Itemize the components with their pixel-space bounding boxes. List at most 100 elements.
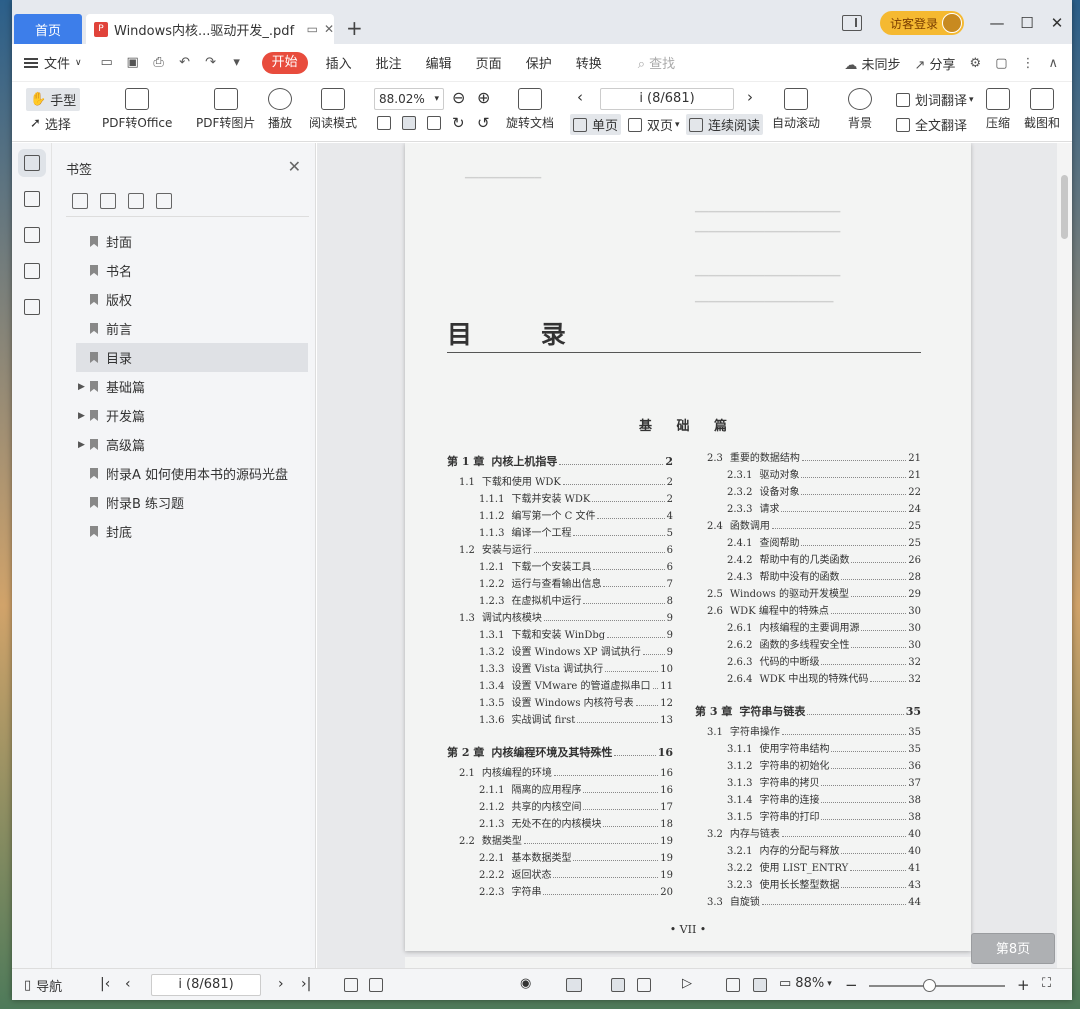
tab-document[interactable]: P Windows内核...驱动开发_.pdf ▭ ✕ [86, 14, 334, 44]
rotate-left-icon[interactable]: ↺ [477, 114, 490, 132]
screenshot-button[interactable]: 截图和 [1024, 88, 1060, 131]
expand-arrow-icon[interactable]: ▶ [78, 411, 85, 421]
play-icon[interactable]: ▷ [682, 976, 692, 991]
eye-protect-icon[interactable]: ◉ [520, 976, 531, 991]
scroll-thumb[interactable] [1061, 175, 1068, 239]
tab-home[interactable]: 首页 [14, 14, 82, 44]
prev-page-icon[interactable]: ‹ [125, 976, 131, 992]
zoom-select[interactable]: 88.02% ▾ [374, 88, 444, 110]
back-view-icon[interactable] [344, 978, 358, 992]
single-page-mode-icon[interactable] [611, 978, 625, 992]
prev-page-icon[interactable]: ‹ [577, 88, 583, 106]
add-bookmark-icon[interactable] [72, 193, 88, 209]
autoscroll-button[interactable]: 自动滚动 [772, 88, 820, 131]
continuous-mode-icon[interactable] [566, 978, 582, 992]
sync-button[interactable]: ☁ 未同步 [844, 54, 900, 73]
document-view[interactable]: ▁▁▁▁▁▁▁▁▁▁▁ ▁▁▁▁▁▁▁▁▁▁▁▁▁▁▁▁▁▁▁▁▁ ▁▁▁▁▁▁… [317, 143, 1057, 968]
pdf-to-image-button[interactable]: PDF转图片 [196, 88, 255, 131]
bookmark-item[interactable]: 目录 [76, 343, 308, 372]
comment-icon[interactable]: ▢ [995, 56, 1007, 71]
tab-page[interactable]: 页面 [464, 53, 514, 72]
tab-edit[interactable]: 编辑 [414, 53, 464, 72]
tab-pin-icon[interactable]: ▭ [307, 22, 318, 36]
guest-login-button[interactable]: 访客登录 [879, 11, 964, 35]
page-number-input[interactable]: i (8/681) [600, 88, 734, 110]
print-icon[interactable]: ⎙ [152, 55, 166, 70]
bookmark-item[interactable]: 附录B 练习题 [76, 488, 308, 517]
tab-annotate[interactable]: 批注 [364, 53, 414, 72]
bookmark-item[interactable]: 版权 [76, 285, 308, 314]
zoom-dropdown[interactable]: ▭ 88% ▾ [779, 976, 832, 991]
fit-page-icon[interactable] [753, 978, 767, 992]
navigation-toggle[interactable]: ▯ 导航 [24, 976, 62, 995]
tab-close-icon[interactable]: ✕ [324, 22, 334, 36]
zoom-out-icon[interactable]: ⊖ [452, 88, 465, 107]
collapse-ribbon-icon[interactable]: ∧ [1048, 56, 1058, 71]
fit-width-icon[interactable] [427, 116, 441, 130]
background-button[interactable]: 背景 [848, 88, 872, 131]
forward-view-icon[interactable] [369, 978, 383, 992]
read-mode-button[interactable]: 阅读模式 [309, 88, 357, 131]
first-page-icon[interactable]: |‹ [100, 976, 110, 992]
bookmark-flag-icon[interactable] [156, 193, 172, 209]
tab-insert[interactable]: 插入 [314, 53, 364, 72]
add-sub-bookmark-icon[interactable] [100, 193, 116, 209]
share-button[interactable]: ↗ 分享 [914, 54, 955, 73]
fullscreen-icon[interactable]: ⛶ [1042, 976, 1051, 991]
rotate-document-button[interactable]: 旋转文档 [506, 88, 554, 131]
minimize-button[interactable]: — [982, 14, 1012, 32]
comment-panel-icon[interactable] [23, 227, 40, 243]
zoom-in-icon[interactable]: ⊕ [477, 88, 490, 107]
save-icon[interactable]: ▣ [126, 55, 140, 70]
expand-arrow-icon[interactable]: ▶ [78, 382, 85, 392]
open-folder-icon[interactable]: ▭ [100, 55, 114, 70]
double-page-mode-icon[interactable] [637, 978, 651, 992]
select-tool-button[interactable]: ➚ 选择 [30, 114, 71, 133]
zoom-slider[interactable] [869, 985, 1005, 987]
zoom-in-button[interactable]: + [1017, 976, 1030, 994]
next-page-icon[interactable]: › [278, 976, 284, 992]
bookmark-item[interactable]: 附录A 如何使用本书的源码光盘 [76, 459, 308, 488]
tab-protect[interactable]: 保护 [514, 53, 564, 72]
new-tab-button[interactable]: + [346, 16, 363, 40]
bookmark-item[interactable]: ▶ 基础篇 [76, 372, 308, 401]
bookmark-item[interactable]: 前言 [76, 314, 308, 343]
undo-icon[interactable]: ↶ [178, 55, 192, 70]
bookmark-item[interactable]: ▶ 开发篇 [76, 401, 308, 430]
word-translate-button[interactable]: 划词翻译 ▾ [896, 90, 974, 109]
full-translate-button[interactable]: 全文翻译 [896, 115, 967, 134]
actual-size-icon[interactable] [726, 978, 740, 992]
bookmark-item[interactable]: 封底 [76, 517, 308, 546]
attachment-panel-icon[interactable] [23, 263, 40, 279]
settings-icon[interactable]: ⚙ [970, 56, 982, 71]
continuous-read-button[interactable]: 连续阅读 [686, 114, 764, 135]
bookmark-item[interactable]: 书名 [76, 256, 308, 285]
zoom-slider-handle[interactable] [923, 979, 936, 992]
last-page-icon[interactable]: ›| [301, 976, 311, 992]
play-button[interactable]: 播放 [268, 88, 292, 131]
compress-button[interactable]: 压缩 [986, 88, 1010, 131]
file-menu[interactable]: 文件 ∨ [24, 53, 82, 72]
close-window-button[interactable]: ✕ [1042, 14, 1072, 32]
expand-arrow-icon[interactable]: ▶ [78, 440, 85, 450]
tab-start[interactable]: 开始 [261, 51, 308, 74]
hand-tool-button[interactable]: ✋ 手型 [26, 88, 81, 111]
bookmark-item[interactable]: ▶ 高级篇 [76, 430, 308, 459]
window-layout-icon[interactable] [841, 15, 862, 31]
double-page-button[interactable]: 双页 ▾ [628, 115, 680, 134]
vertical-scrollbar[interactable] [1057, 143, 1072, 968]
actual-size-icon[interactable] [377, 116, 391, 130]
rotate-right-icon[interactable]: ↻ [452, 114, 465, 132]
redo-icon[interactable]: ↷ [204, 55, 218, 70]
thumbnail-panel-icon[interactable] [23, 191, 40, 207]
search-box[interactable]: ⌕ 查找 [638, 53, 675, 72]
fit-page-icon[interactable] [402, 116, 416, 130]
pdf-to-office-button[interactable]: PDF转Office [102, 88, 172, 131]
bookmark-item[interactable]: 封面 [76, 227, 308, 256]
single-page-button[interactable]: 单页 [570, 114, 622, 135]
close-icon[interactable]: ✕ [288, 157, 301, 176]
zoom-out-button[interactable]: − [845, 976, 858, 994]
customize-dropdown-icon[interactable]: ▾ [230, 55, 244, 70]
maximize-button[interactable]: ☐ [1012, 14, 1042, 32]
page-number-field[interactable]: i (8/681) [151, 974, 261, 996]
